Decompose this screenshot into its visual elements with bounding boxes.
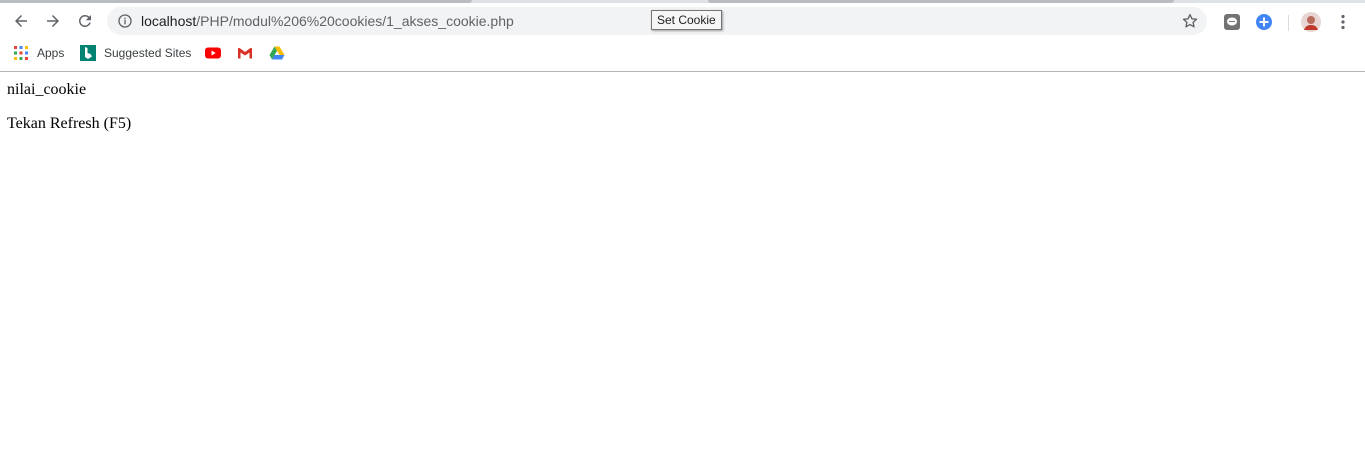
url-text[interactable]: localhost/PHP/modul%206%20cookies/1_akse…: [141, 13, 514, 29]
bookmark-label: Suggested Sites: [104, 46, 192, 60]
refresh-instruction-text: Tekan Refresh (F5): [7, 115, 132, 132]
cookie-value-text: nilai_cookie: [7, 81, 87, 98]
back-button[interactable]: [8, 8, 34, 34]
bing-icon: [80, 45, 96, 61]
youtube-icon: [205, 47, 221, 59]
arrow-right-icon: [47, 15, 59, 27]
apps-grid-icon: [14, 46, 28, 60]
info-icon[interactable]: [117, 13, 133, 29]
google-drive-icon: [269, 46, 285, 60]
kebab-menu-icon[interactable]: [1334, 13, 1352, 31]
bookmark-label: Apps: [37, 46, 65, 60]
star-icon[interactable]: [1181, 12, 1199, 30]
bookmarks-bar: Apps Suggested Sites: [0, 39, 1365, 67]
bookmark-gmail[interactable]: [237, 44, 253, 62]
toolbar-divider: [1288, 15, 1289, 31]
page-content: nilai_cookie Tekan Refresh (F5): [0, 72, 1365, 475]
forward-button[interactable]: [40, 8, 66, 34]
bookmark-google-drive[interactable]: [269, 44, 285, 62]
gmail-icon: [238, 47, 252, 59]
tab-tooltip: Set Cookie: [651, 10, 722, 30]
url-path: /PHP/modul%206%20cookies/1_akses_cookie.…: [196, 13, 514, 29]
plus-circle-icon[interactable]: [1255, 13, 1273, 31]
bookmark-suggested-sites[interactable]: Suggested Sites: [80, 44, 191, 62]
chat-extension-icon[interactable]: [1223, 13, 1241, 31]
reload-button[interactable]: [72, 8, 98, 34]
bookmark-apps[interactable]: Apps: [13, 44, 64, 62]
url-host: localhost: [141, 13, 197, 29]
reload-icon: [78, 14, 91, 27]
arrow-left-icon: [15, 15, 27, 27]
browser-toolbar: localhost/PHP/modul%206%20cookies/1_akse…: [0, 3, 1365, 39]
avatar[interactable]: [1301, 12, 1321, 32]
bookmark-youtube[interactable]: [205, 44, 221, 62]
